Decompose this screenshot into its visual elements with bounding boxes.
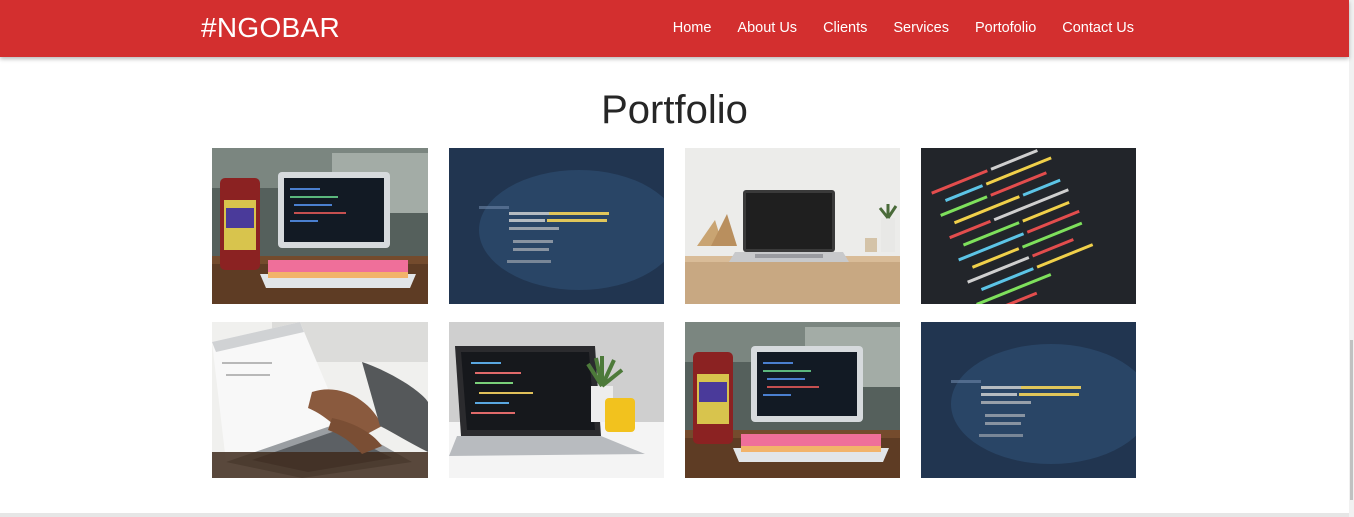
nav-contact-us[interactable]: Contact Us	[1062, 19, 1134, 37]
portfolio-image-laptop-plant-mug[interactable]	[449, 322, 664, 478]
portfolio-image-laptop-shelf[interactable]	[685, 148, 900, 304]
portfolio-image-code-screen-blue-2[interactable]	[921, 322, 1136, 478]
nav-about-us[interactable]: About Us	[737, 19, 797, 37]
brand-logo[interactable]: #NGOBAR	[201, 12, 340, 44]
bottom-edge	[0, 513, 1349, 517]
nav-services[interactable]: Services	[893, 19, 949, 37]
top-navbar: #NGOBAR Home About Us Clients Services P…	[0, 0, 1349, 57]
portfolio-image-hands-typing[interactable]	[212, 322, 428, 478]
portfolio-image-laptop-desk-bottle-2[interactable]	[685, 322, 900, 478]
page-scrollbar[interactable]	[1349, 0, 1354, 517]
scrollbar-thumb[interactable]	[1350, 340, 1353, 500]
main-nav: Home About Us Clients Services Portofoli…	[673, 19, 1134, 37]
nav-home[interactable]: Home	[673, 19, 712, 37]
portfolio-title: Portfolio	[601, 88, 748, 132]
nav-clients[interactable]: Clients	[823, 19, 867, 37]
nav-portfolio[interactable]: Portofolio	[975, 19, 1036, 37]
portfolio-image-code-screen-blue[interactable]	[449, 148, 664, 304]
portfolio-image-laptop-desk-bottle[interactable]	[212, 148, 428, 304]
portfolio-image-code-screen-dark[interactable]	[921, 148, 1136, 304]
portfolio-grid	[212, 148, 1136, 478]
